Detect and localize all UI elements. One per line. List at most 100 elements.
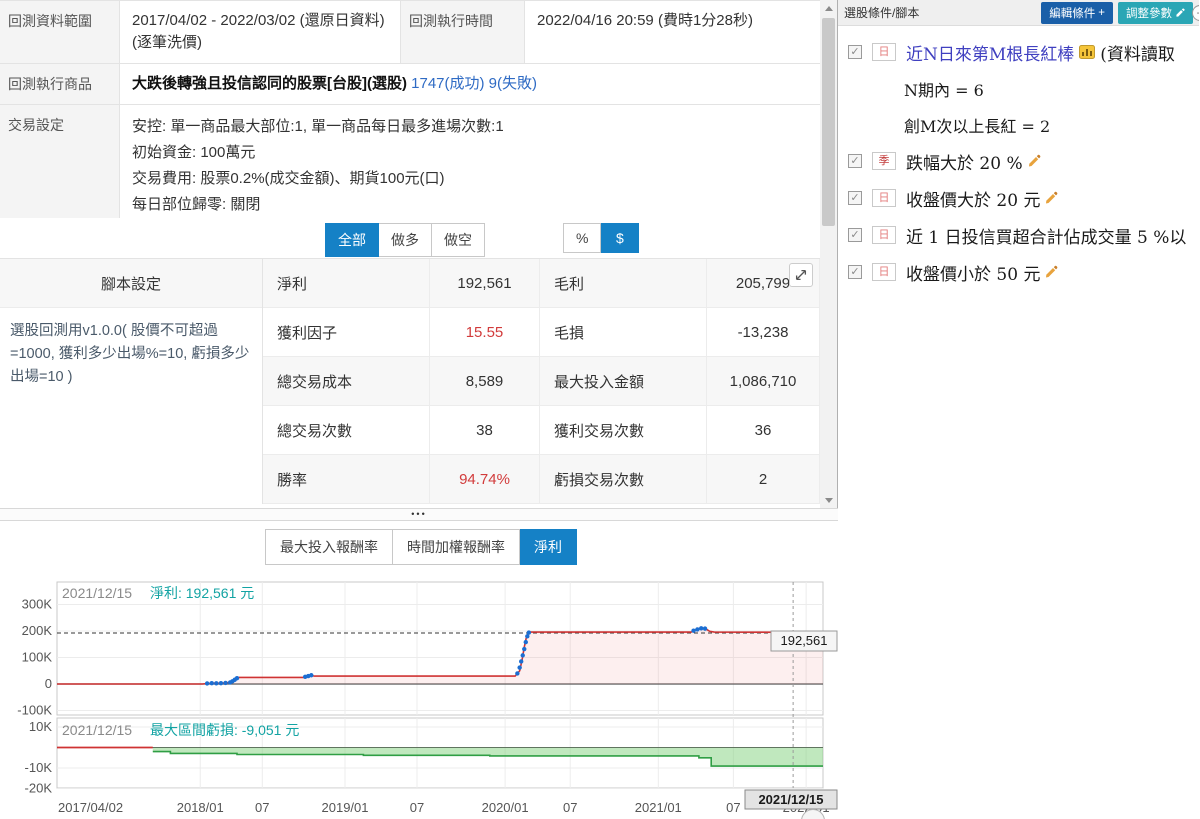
condition-item: ✓ 日 近N日來第M根長紅棒 (資料讀取 — [848, 40, 1199, 64]
metric-label: 勝率 — [263, 455, 430, 504]
trade-marker — [522, 646, 527, 652]
expand-results-button[interactable] — [789, 263, 813, 287]
edit-conditions-label: 編輯條件 — [1049, 7, 1096, 20]
percent-toggle-button[interactable]: % — [563, 223, 602, 253]
condition-list: ✓ 日 近N日來第M根長紅棒 (資料讀取 N期內 = 6 創M次以上長紅 = 2… — [838, 40, 1199, 284]
y-tick-label: 200K — [22, 623, 53, 638]
range-value: 2017/04/02 - 2022/03/02 (還原日資料) (逐筆洗價) — [120, 1, 401, 63]
trade-line: 初始資金: 100萬元 — [132, 143, 256, 161]
backtest-panel: 回測資料範圍 2017/04/02 - 2022/03/02 (還原日資料) (… — [0, 0, 838, 819]
exec-time-value: 2022/04/16 20:59 (費時1分28秒) — [537, 12, 753, 29]
exec-time-label: 回測執行時間 — [401, 1, 525, 63]
net-profit-cursor-value: 淨利: 192,561 元 — [149, 585, 255, 601]
y-tick-label: -20K — [25, 781, 53, 796]
panel-splitter[interactable]: ••• — [0, 508, 838, 521]
script-text: 選股回測用v1.0.0( 股價不可超過=1000, 獲利多少出場%=10, 虧損… — [10, 323, 250, 386]
edit-pencil-icon[interactable] — [1044, 191, 1058, 205]
trade-marker — [517, 665, 522, 670]
equity-drawdown-chart: 300K 200K 100K 0 -100K10K -10K -20K 2017/04/02 2… — [17, 581, 838, 815]
adjust-params-label: 調整參數 — [1126, 7, 1172, 20]
metric-value: 2 — [707, 455, 820, 504]
x-tick-label: 07 — [410, 800, 424, 815]
metric-label: 獲利交易次數 — [540, 406, 707, 455]
metric-value: 36 — [707, 406, 820, 455]
trade-settings-label: 交易設定 — [0, 104, 120, 228]
x-tick-label: 07 — [563, 800, 577, 815]
metric-label: 毛損 — [540, 308, 707, 357]
x-tick-label: 2017/04/02 — [58, 800, 123, 815]
filter-all-button[interactable]: 全部 — [325, 223, 379, 257]
trade-marker — [223, 680, 228, 686]
filter-panel-header: 選股條件/腳本 編輯條件 + 調整參數 + — [838, 0, 1199, 26]
trade-marker — [699, 626, 704, 631]
info-row-range: 回測資料範圍 2017/04/02 - 2022/03/02 (還原日資料) (… — [0, 1, 820, 64]
metric-value: 8,589 — [430, 357, 540, 406]
trade-marker — [218, 681, 224, 686]
frequency-badge: 日 — [872, 263, 896, 281]
trade-settings-value: 安控: 單一商品最大部位:1, 單一商品每日最多進場次數:1 初始資金: 100… — [120, 105, 516, 228]
trade-marker — [209, 681, 214, 686]
cursor-date: 2021/12/15 — [62, 722, 133, 738]
adjust-params-button[interactable]: 調整參數 — [1118, 1, 1193, 24]
trade-marker — [702, 626, 708, 631]
direction-filter: 全部 做多 做空 — [325, 223, 485, 257]
success-fail-link[interactable]: 1747(成功) 9(失敗) — [411, 75, 537, 92]
x-tick-label: 2020/01 — [482, 800, 529, 815]
script-column: 腳本設定 選股回測用v1.0.0( 股價不可超過=1000, 獲利多少出場%=1… — [0, 259, 263, 504]
condition-link[interactable]: 近N日來第M根長紅棒 — [906, 40, 1074, 65]
metric-value: 15.55 — [430, 308, 540, 357]
pencil-icon — [1176, 7, 1185, 17]
backtest-info-table: 回測資料範圍 2017/04/02 - 2022/03/02 (還原日資料) (… — [0, 0, 820, 229]
metric-value: 94.74% — [430, 455, 540, 504]
filter-long-button[interactable]: 做多 — [379, 223, 432, 257]
scroll-up-arrow-icon[interactable] — [820, 0, 837, 16]
left-panel-scrollbar[interactable] — [820, 0, 837, 508]
metric-label: 虧損交易次數 — [540, 455, 707, 504]
max-drawdown-cursor-value: 最大區間虧損: -9,051 元 — [149, 722, 300, 738]
product-value: 大跌後轉強且投信認同的股票[台股](選股) 1747(成功) 9(失敗) — [120, 64, 549, 104]
filter-panel-title: 選股條件/腳本 — [844, 6, 920, 20]
trade-line: 安控: 單一商品最大部位:1, 單一商品每日最多進場次數:1 — [132, 117, 504, 135]
filter-short-button[interactable]: 做空 — [432, 223, 485, 257]
scroll-down-arrow-icon[interactable] — [820, 492, 837, 508]
plus-icon: + — [1098, 6, 1105, 19]
condition-checkbox[interactable]: ✓ — [848, 191, 862, 205]
stock-filter-panel: 選股條件/腳本 編輯條件 + 調整參數 + ✓ 日 近N日來第M根長紅棒 — [838, 0, 1199, 819]
edit-pencil-icon[interactable] — [1027, 154, 1041, 168]
mini-chart-icon[interactable] — [1079, 45, 1096, 59]
condition-text: 收盤價大於 20 元 — [906, 190, 1041, 211]
condition-suffix: (資料讀取 — [1100, 44, 1175, 65]
trade-marker — [309, 673, 314, 678]
metric-value: 38 — [430, 406, 540, 455]
range-label: 回測資料範圍 — [0, 1, 120, 63]
y-tick-label: 0 — [45, 676, 52, 691]
trade-marker — [234, 675, 240, 681]
cursor-date: 2021/12/15 — [62, 585, 133, 601]
dollar-toggle-button[interactable]: $ — [601, 223, 640, 253]
frequency-badge: 日 — [872, 43, 896, 61]
drawdown-cursor-label: 2021/12/15 最大區間虧損: -9,051 元 — [62, 720, 299, 740]
trade-marker — [691, 628, 696, 633]
info-row-product: 回測執行商品 大跌後轉強且投信認同的股票[台股](選股) 1747(成功) 9(… — [0, 63, 820, 105]
metric-value: 192,561 — [430, 259, 540, 308]
condition-checkbox[interactable]: ✓ — [848, 265, 862, 279]
scrollbar-thumb[interactable] — [822, 18, 835, 226]
metric-label: 獲利因子 — [263, 308, 430, 357]
metric-label: 毛利 — [540, 259, 707, 308]
condition-checkbox[interactable]: ✓ — [848, 154, 862, 168]
edit-conditions-button[interactable]: 編輯條件 + — [1041, 1, 1113, 24]
metric-label: 總交易成本 — [263, 357, 430, 406]
condition-parameter: 創M次以上長紅 = 2 — [904, 117, 1051, 136]
condition-checkbox[interactable]: ✓ — [848, 45, 862, 59]
filter-panel-actions: 編輯條件 + 調整參數 — [1041, 1, 1193, 24]
unit-toggle: % $ — [563, 223, 640, 253]
x-tick-label: 07 — [255, 800, 269, 815]
target-value-label: 192,561 — [781, 633, 828, 648]
metric-label: 最大投入金額 — [540, 357, 707, 406]
x-tick-label: 2018/01 — [177, 800, 224, 815]
edit-pencil-icon[interactable] — [1044, 265, 1058, 279]
condition-checkbox[interactable]: ✓ — [848, 228, 862, 242]
frequency-badge: 季 — [872, 152, 896, 170]
collapse-panel-icon[interactable]: + — [1192, 5, 1199, 21]
product-name: 大跌後轉強且投信認同的股票[台股](選股) — [132, 74, 407, 92]
